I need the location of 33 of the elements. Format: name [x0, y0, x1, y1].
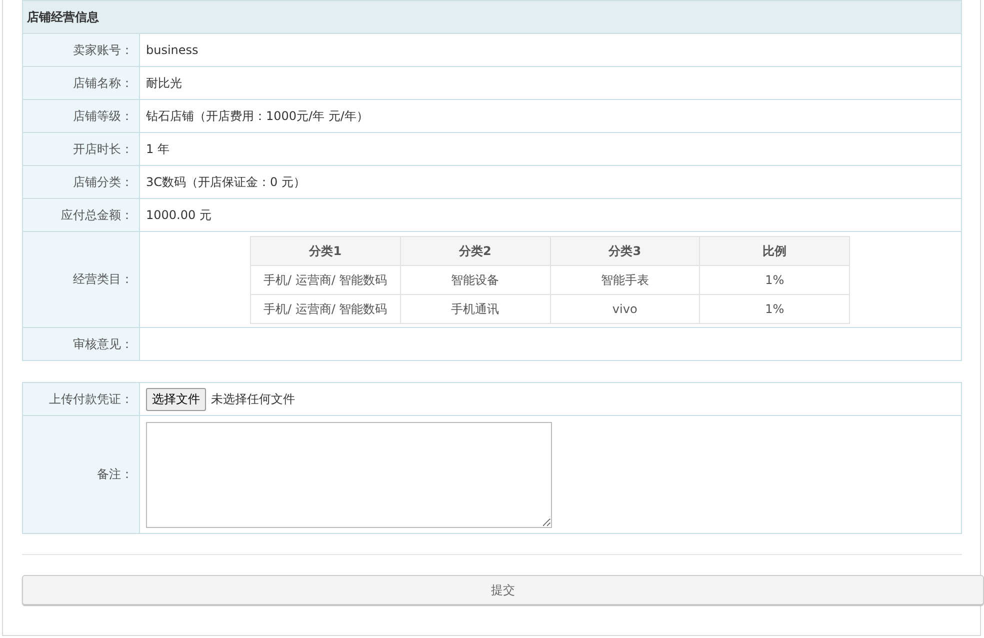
table-cell: 1% [700, 294, 850, 324]
field-label: 上传付款凭证： [22, 382, 140, 416]
field-value: business [140, 34, 962, 66]
field-label: 经营类目： [22, 232, 140, 328]
field-label: 开店时长： [22, 132, 140, 166]
field-value: 钻石店铺（开店费用：1000元/年 元/年） [140, 100, 962, 132]
file-status: 未选择任何文件 [211, 392, 295, 406]
choose-file-button[interactable]: 选择文件 [146, 388, 206, 410]
table-cell: 手机通讯 [400, 294, 550, 324]
panel-title: 店铺经营信息 [22, 0, 962, 34]
field-label: 店铺等级： [22, 100, 140, 132]
submit-button[interactable]: 提交 [22, 575, 984, 605]
field-label: 店铺分类： [22, 166, 140, 198]
field-label: 备注： [22, 416, 140, 534]
column-header: 分类1 [250, 236, 400, 266]
field-value: 3C数码（开店保证金：0 元） [140, 166, 962, 198]
column-header: 分类2 [400, 236, 550, 266]
table-cell: 智能手表 [550, 266, 700, 294]
table-cell: 手机/ 运营商/ 智能数码 [250, 266, 400, 294]
field-value: 耐比光 [140, 66, 962, 100]
notes-field[interactable] [146, 422, 552, 528]
field-label: 卖家账号： [22, 34, 140, 66]
field-value: 1 年 [140, 132, 962, 166]
table-cell: 智能设备 [400, 266, 550, 294]
table-cell: 1% [700, 266, 850, 294]
table-cell: 手机/ 运营商/ 智能数码 [250, 294, 400, 324]
column-header: 分类3 [550, 236, 700, 266]
field-label: 店铺名称： [22, 66, 140, 100]
field-label: 审核意见： [22, 328, 140, 360]
table-cell: vivo [550, 294, 700, 324]
field-label: 应付总金额： [22, 198, 140, 232]
column-header: 比例 [700, 236, 850, 266]
field-value: 1000.00 元 [140, 198, 962, 232]
